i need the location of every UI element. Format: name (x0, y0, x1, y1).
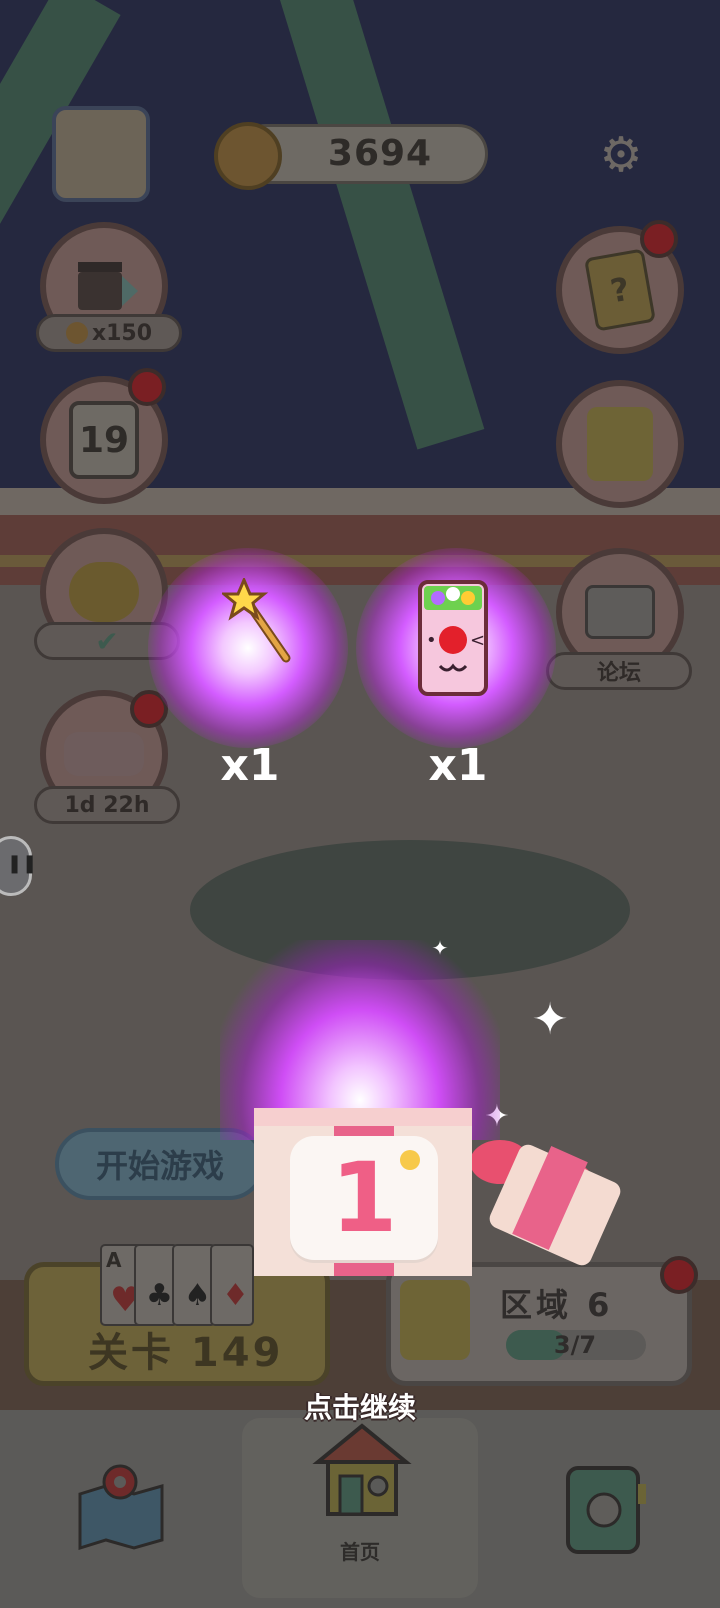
reward-count: x1 (220, 740, 280, 791)
coin-count: 3694 (327, 133, 433, 174)
collection-tab[interactable] (564, 1464, 650, 1556)
card-diamonds: ♦ (210, 1244, 254, 1326)
reward-count: x1 (428, 740, 488, 791)
gold-ore-icon (69, 562, 139, 622)
side-chat-tab[interactable]: ❚❚ (0, 836, 37, 896)
notification-dot (640, 220, 678, 258)
ad-reward-amount: x150 (91, 320, 153, 346)
gift-label-dot (400, 1150, 420, 1170)
magic-wand-icon (219, 576, 302, 668)
home-tab-label: 首页 (340, 1540, 380, 1564)
race-timer-pill: 1d 22h (34, 786, 180, 824)
gear-icon[interactable]: ⚙ (596, 130, 646, 180)
tap-to-continue[interactable]: 点击继续 (260, 1386, 460, 1430)
level-label: 关卡 149 (88, 1330, 284, 1376)
sparkle-icon: ✦ (531, 994, 569, 1045)
chat-bubble-icon (585, 585, 655, 639)
checkmark-icon: ✔ (95, 624, 119, 658)
mystery-card-icon: ? (584, 248, 656, 332)
ad-reward-pill: x150 (36, 314, 182, 352)
player-avatar[interactable] (52, 106, 150, 202)
house-icon (312, 1418, 412, 1518)
calendar-icon: 19 (69, 401, 139, 479)
svg-text:<: < (470, 630, 485, 651)
map-tab[interactable] (76, 1460, 166, 1551)
forum-label: 论坛 (546, 652, 692, 690)
notification-dot (660, 1256, 698, 1294)
clown-card-icon: • < (418, 580, 488, 696)
coin-icon (214, 122, 282, 190)
notebook-icon (566, 1466, 646, 1554)
chat-icon: ❚❚ (7, 853, 38, 874)
gift-rim (254, 1108, 472, 1126)
region-progress-text: 3/7 (553, 1331, 597, 1359)
race-car-icon (64, 732, 144, 776)
gift-box-icon (587, 407, 653, 481)
coin-icon (65, 322, 88, 344)
map-pin-icon (78, 1464, 164, 1551)
gift-box-icon (400, 1280, 470, 1360)
gift-shop-button[interactable] (556, 380, 684, 508)
svg-text:•: • (426, 630, 437, 651)
region-title: 区域 6 (500, 1286, 614, 1324)
notification-dot (128, 368, 166, 406)
